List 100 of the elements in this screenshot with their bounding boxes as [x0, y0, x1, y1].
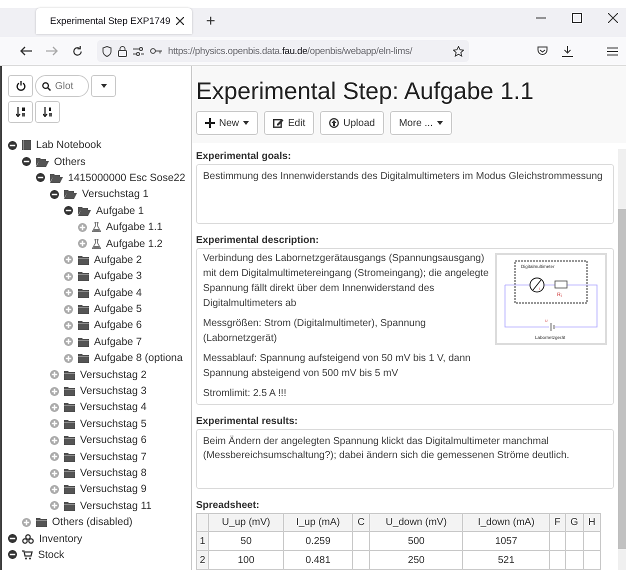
collapse-icon[interactable] [8, 550, 17, 560]
edit-icon [273, 118, 284, 128]
expand-icon[interactable] [50, 436, 59, 445]
toolbar-button[interactable]: Edit [264, 111, 314, 135]
tree-item[interactable]: Versuchstag 4 [80, 401, 147, 414]
toolbar-button[interactable]: Upload [320, 111, 384, 135]
search-icon [42, 82, 51, 91]
tree-item[interactable]: Versuchstag 11 [80, 500, 152, 512]
toolbar-button[interactable]: New [196, 111, 258, 135]
expand-icon[interactable] [50, 468, 59, 478]
tree-item[interactable]: Aufgabe 4 [94, 286, 142, 299]
column-header: I_up (mA) [284, 514, 352, 532]
expand-icon[interactable] [78, 239, 87, 248]
close-icon[interactable] [176, 17, 184, 25]
description-paragraph: Messablauf: Spannung aufsteigend von 50 mV bis 1 V, dann Spannung absteigend von 500 mV bis 5 mV [203, 352, 472, 382]
tree-item[interactable]: Others [54, 156, 86, 168]
tree-item[interactable]: 1415000000 Esc Sose22 [68, 172, 186, 184]
star-icon[interactable] [453, 46, 464, 56]
collapse-icon[interactable] [36, 173, 45, 182]
collapse-icon[interactable] [50, 190, 59, 199]
book-icon [22, 140, 31, 150]
table-cell: 100 [208, 550, 284, 570]
expand-icon[interactable] [50, 402, 59, 412]
scrollbar[interactable] [618, 149, 626, 570]
expand-icon[interactable] [50, 501, 59, 510]
table-cell: 1057 [462, 532, 550, 550]
sort-button[interactable] [8, 101, 33, 123]
tree-item[interactable]: Stock [38, 548, 64, 561]
pocket-icon[interactable] [537, 46, 548, 56]
expand-icon[interactable] [64, 320, 73, 330]
expand-icon[interactable] [22, 518, 31, 527]
logout-button[interactable] [8, 75, 33, 97]
expand-icon[interactable] [64, 272, 73, 281]
expand-icon[interactable] [64, 354, 73, 363]
folder-icon [64, 418, 75, 429]
menu-icon[interactable] [607, 46, 618, 56]
table-cell: 250 [370, 550, 463, 570]
collapse-icon[interactable] [8, 534, 17, 544]
expand-icon[interactable] [50, 484, 59, 494]
section-label: Experimental results: [196, 416, 299, 428]
tree-item[interactable]: Aufgabe 2 [94, 254, 142, 266]
tree-item[interactable]: Versuchstag 3 [80, 385, 147, 398]
expand-icon[interactable] [50, 419, 59, 428]
shield-icon [102, 46, 112, 56]
address-bar[interactable]: https://physics.openbis.data.fau.de/openbis/webapp/eln-lims/ [97, 40, 469, 62]
back-icon[interactable] [20, 46, 32, 56]
tree-item[interactable]: Others (disabled) [52, 516, 133, 528]
tree-item[interactable]: Inventory [39, 532, 82, 545]
open-folder-icon [50, 172, 63, 183]
tree-item[interactable]: Versuchstag 1 [82, 188, 149, 200]
tree-item[interactable]: Versuchstag 7 [80, 450, 147, 463]
maximize-icon[interactable] [572, 12, 582, 22]
expand-icon[interactable] [50, 370, 59, 380]
description-paragraph: Verbindung des Labornetzgerätausgangs (Spannungsausgang) mit dem Digitalmultimetereingang (Stromeingang); die angelegte Spannung fällt direkt über dem Innenwiderstand des Digitalmultimeters ab [203, 252, 489, 312]
toolbar-button[interactable]: More ... [390, 111, 452, 135]
tree-item[interactable]: Aufgabe 6 [94, 319, 142, 332]
tree-item[interactable]: Aufgabe 1.1 [106, 221, 163, 234]
column-header: I_down (mA) [462, 514, 550, 532]
expand-icon[interactable] [64, 337, 73, 346]
folder-icon [78, 304, 89, 314]
tree-item[interactable]: Versuchstag 2 [80, 368, 147, 381]
tree-item[interactable]: Versuchstag 8 [80, 467, 147, 479]
folder-icon [64, 468, 75, 478]
collapse-icon[interactable] [22, 157, 31, 166]
download-icon[interactable] [562, 46, 573, 56]
tree-item[interactable]: Aufgabe 8 (optiona [94, 352, 183, 364]
tree-item[interactable]: Lab Notebook [36, 139, 102, 152]
tree-item[interactable]: Versuchstag 6 [80, 434, 147, 446]
tree-item[interactable]: Aufgabe 7 [94, 336, 142, 348]
search-field[interactable]: Glot [35, 75, 89, 97]
expand-icon[interactable] [64, 255, 73, 264]
tree-item[interactable]: Versuchstag 5 [80, 418, 147, 430]
forward-icon[interactable] [46, 46, 58, 56]
tab-title: Experimental Step EXP1749 [50, 16, 170, 26]
dropdown-button[interactable] [91, 75, 116, 97]
tree-item[interactable]: Versuchstag 9 [80, 483, 147, 496]
expand-icon[interactable] [64, 304, 73, 314]
collapse-icon[interactable] [8, 140, 17, 150]
tree-item[interactable]: Aufgabe 1.2 [106, 238, 163, 250]
browser-tab[interactable]: Experimental Step EXP1749 [36, 8, 192, 34]
folder-icon [78, 353, 89, 364]
expand-icon[interactable] [50, 386, 59, 396]
new-tab-button[interactable]: + [206, 13, 216, 31]
column-header: H [583, 514, 600, 532]
collapse-icon[interactable] [64, 206, 73, 216]
sort-button[interactable] [35, 101, 60, 123]
column-header: C [352, 514, 370, 532]
tree-item[interactable]: Aufgabe 3 [94, 270, 142, 282]
reload-icon[interactable] [72, 46, 83, 56]
column-header: G [565, 514, 584, 532]
expand-icon[interactable] [50, 452, 59, 462]
expand-icon[interactable] [64, 288, 73, 298]
expand-icon[interactable] [78, 222, 87, 232]
tree-item[interactable]: Aufgabe 1 [96, 204, 144, 217]
folder-icon [78, 271, 89, 282]
close-icon[interactable] [608, 12, 618, 22]
table-cell: 521 [462, 550, 550, 570]
tree-item[interactable]: Aufgabe 5 [94, 303, 142, 316]
column-header: F [550, 514, 566, 532]
plus-icon [205, 118, 215, 128]
